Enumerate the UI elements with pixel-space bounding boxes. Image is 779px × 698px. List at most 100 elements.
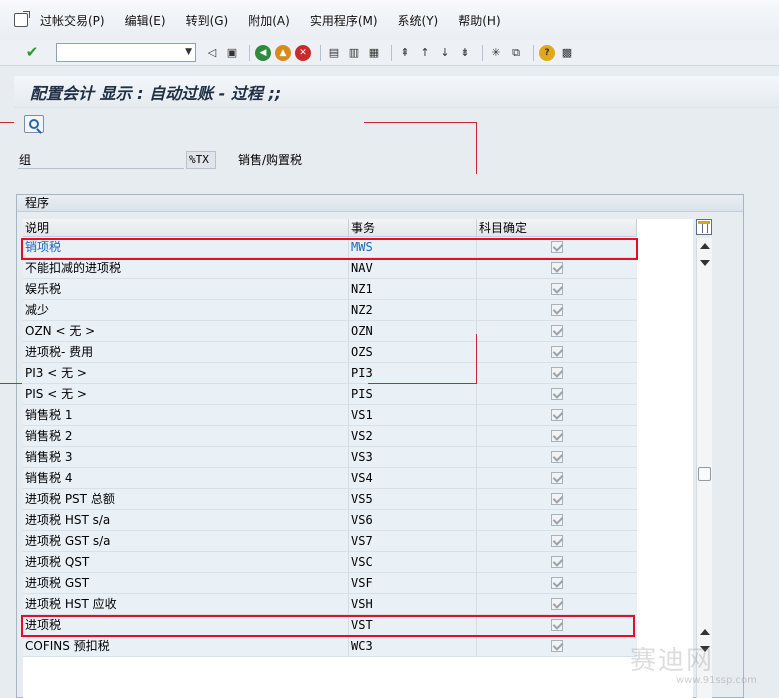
cell-description[interactable]: 进项税 GST s/a — [23, 531, 349, 551]
table-row[interactable]: 不能扣减的进项税 NAV — [23, 258, 637, 279]
help-icon[interactable]: ? — [539, 44, 555, 61]
scroll-page-down-icon[interactable] — [700, 260, 710, 266]
table-row[interactable]: 销售税 4 VS4 — [23, 468, 637, 489]
cell-transaction[interactable]: NZ2 — [349, 300, 477, 320]
menu-system[interactable]: 系统(Y) — [398, 12, 439, 29]
table-row[interactable]: 进项税- 费用 OZS — [23, 342, 637, 363]
cell-transaction[interactable]: OZN — [349, 321, 477, 341]
table-row[interactable]: OZN < 无 > OZN — [23, 321, 637, 342]
cell-transaction[interactable]: VSC — [349, 552, 477, 572]
table-row[interactable]: 销售税 2 VS2 — [23, 426, 637, 447]
save-icon[interactable]: ▣ — [224, 45, 240, 61]
table-row[interactable]: 销售税 1 VS1 — [23, 405, 637, 426]
table-row[interactable]: COFINS 预扣税 WC3 — [23, 636, 637, 657]
cell-transaction[interactable]: VSF — [349, 573, 477, 593]
command-field[interactable]: ▼ — [56, 43, 196, 62]
previous-page-icon[interactable]: ↑ — [417, 45, 433, 61]
print-icon[interactable]: ▤ — [326, 45, 342, 61]
cell-transaction[interactable]: VS4 — [349, 468, 477, 488]
column-header-account-determination[interactable]: 科目确定 — [477, 219, 637, 236]
cell-description[interactable]: OZN < 无 > — [23, 321, 349, 341]
watermark-logo: 赛迪网 — [630, 646, 715, 676]
cell-description[interactable]: 进项税 — [23, 615, 349, 635]
cell-description[interactable]: 销售税 2 — [23, 426, 349, 446]
cell-description[interactable]: 销售税 3 — [23, 447, 349, 467]
table-row[interactable]: 销售税 3 VS3 — [23, 447, 637, 468]
column-header-transaction[interactable]: 事务 — [349, 219, 477, 236]
menu-utilities[interactable]: 实用程序(M) — [310, 12, 378, 29]
first-page-icon[interactable]: ⇞ — [397, 45, 413, 61]
table-row[interactable]: 进项税 QST VSC — [23, 552, 637, 573]
table-row[interactable]: 进项税 PST 总额 VS5 — [23, 489, 637, 510]
table-row[interactable]: PI3 < 无 > PI3 — [23, 363, 637, 384]
cell-description[interactable]: 进项税 HST s/a — [23, 510, 349, 530]
cell-transaction[interactable]: VS2 — [349, 426, 477, 446]
cell-transaction[interactable]: PI3 — [349, 363, 477, 383]
cell-transaction[interactable]: OZS — [349, 342, 477, 362]
chevron-down-icon[interactable]: ▼ — [185, 47, 192, 57]
table-row[interactable]: 进项税 GST VSF — [23, 573, 637, 594]
cell-description[interactable]: 进项税 QST — [23, 552, 349, 572]
create-session-icon[interactable]: ✳ — [488, 45, 504, 61]
scroll-thumb[interactable] — [698, 467, 711, 481]
exit-icon[interactable]: ▲ — [275, 44, 291, 61]
menu-goto[interactable]: 转到(G) — [186, 12, 229, 29]
system-menu-icon[interactable] — [14, 11, 30, 27]
cell-description[interactable]: 进项税 GST — [23, 573, 349, 593]
next-page-icon[interactable]: ↓ — [437, 45, 453, 61]
cell-transaction[interactable]: NZ1 — [349, 279, 477, 299]
table-row[interactable]: 进项税 HST s/a VS6 — [23, 510, 637, 531]
back-icon[interactable]: ◀ — [255, 44, 271, 61]
cell-description[interactable]: 娱乐税 — [23, 279, 349, 299]
table-settings-icon[interactable] — [696, 219, 712, 235]
group-field[interactable]: %TX — [186, 151, 216, 169]
cell-transaction[interactable]: VSH — [349, 594, 477, 614]
menu-help[interactable]: 帮助(H) — [458, 12, 500, 29]
find-next-icon[interactable]: ▦ — [366, 45, 382, 61]
cell-transaction[interactable]: VST — [349, 615, 477, 635]
cell-transaction[interactable]: VS7 — [349, 531, 477, 551]
cell-description[interactable]: 销售税 1 — [23, 405, 349, 425]
cell-description[interactable]: 销售税 4 — [23, 468, 349, 488]
cell-description[interactable]: PI3 < 无 > — [23, 363, 349, 383]
layout-menu-icon[interactable]: ▩ — [559, 45, 575, 61]
cell-description[interactable]: 进项税 HST 应收 — [23, 594, 349, 614]
shortcut-icon[interactable]: ⧉ — [508, 45, 524, 61]
cell-description[interactable]: 销项税 — [23, 237, 349, 257]
vertical-scrollbar[interactable] — [696, 238, 712, 698]
cell-description[interactable]: 减少 — [23, 300, 349, 320]
cell-transaction[interactable]: VS5 — [349, 489, 477, 509]
cancel-icon[interactable]: ✕ — [295, 44, 311, 61]
cell-transaction[interactable]: WC3 — [349, 636, 477, 656]
cell-description[interactable]: 进项税- 费用 — [23, 342, 349, 362]
column-header-description[interactable]: 说明 — [23, 219, 349, 236]
cell-transaction[interactable]: MWS — [349, 237, 477, 257]
cell-description[interactable]: COFINS 预扣税 — [23, 636, 349, 656]
table-row[interactable]: 娱乐税 NZ1 — [23, 279, 637, 300]
table-row[interactable]: 进项税 HST 应收 VSH — [23, 594, 637, 615]
table-row[interactable]: 销项税 MWS — [23, 237, 637, 258]
table-row[interactable]: 进项税 GST s/a VS7 — [23, 531, 637, 552]
scroll-up-icon[interactable] — [700, 629, 710, 635]
cell-transaction[interactable]: PIS — [349, 384, 477, 404]
collapse-left-icon[interactable]: ◁ — [204, 45, 220, 61]
table-row[interactable]: 进项税 VST — [23, 615, 637, 636]
cell-description[interactable]: 不能扣减的进项税 — [23, 258, 349, 278]
cell-account-determination — [477, 384, 637, 404]
menu-extras[interactable]: 附加(A) — [248, 12, 290, 29]
scroll-page-up-icon[interactable] — [700, 243, 710, 249]
cell-transaction[interactable]: VS1 — [349, 405, 477, 425]
menu-post-transaction[interactable]: 过帐交易(P) — [40, 12, 105, 29]
table-row[interactable]: 减少 NZ2 — [23, 300, 637, 321]
table-row[interactable]: PIS < 无 > PIS — [23, 384, 637, 405]
choose-button[interactable] — [24, 115, 44, 133]
last-page-icon[interactable]: ⇟ — [457, 45, 473, 61]
cell-transaction[interactable]: VS6 — [349, 510, 477, 530]
cell-transaction[interactable]: VS3 — [349, 447, 477, 467]
find-icon[interactable]: ▥ — [346, 45, 362, 61]
cell-description[interactable]: PIS < 无 > — [23, 384, 349, 404]
menu-edit[interactable]: 编辑(E) — [125, 12, 166, 29]
cell-description[interactable]: 进项税 PST 总额 — [23, 489, 349, 509]
enter-check-icon[interactable]: ✔ — [24, 45, 40, 61]
cell-transaction[interactable]: NAV — [349, 258, 477, 278]
